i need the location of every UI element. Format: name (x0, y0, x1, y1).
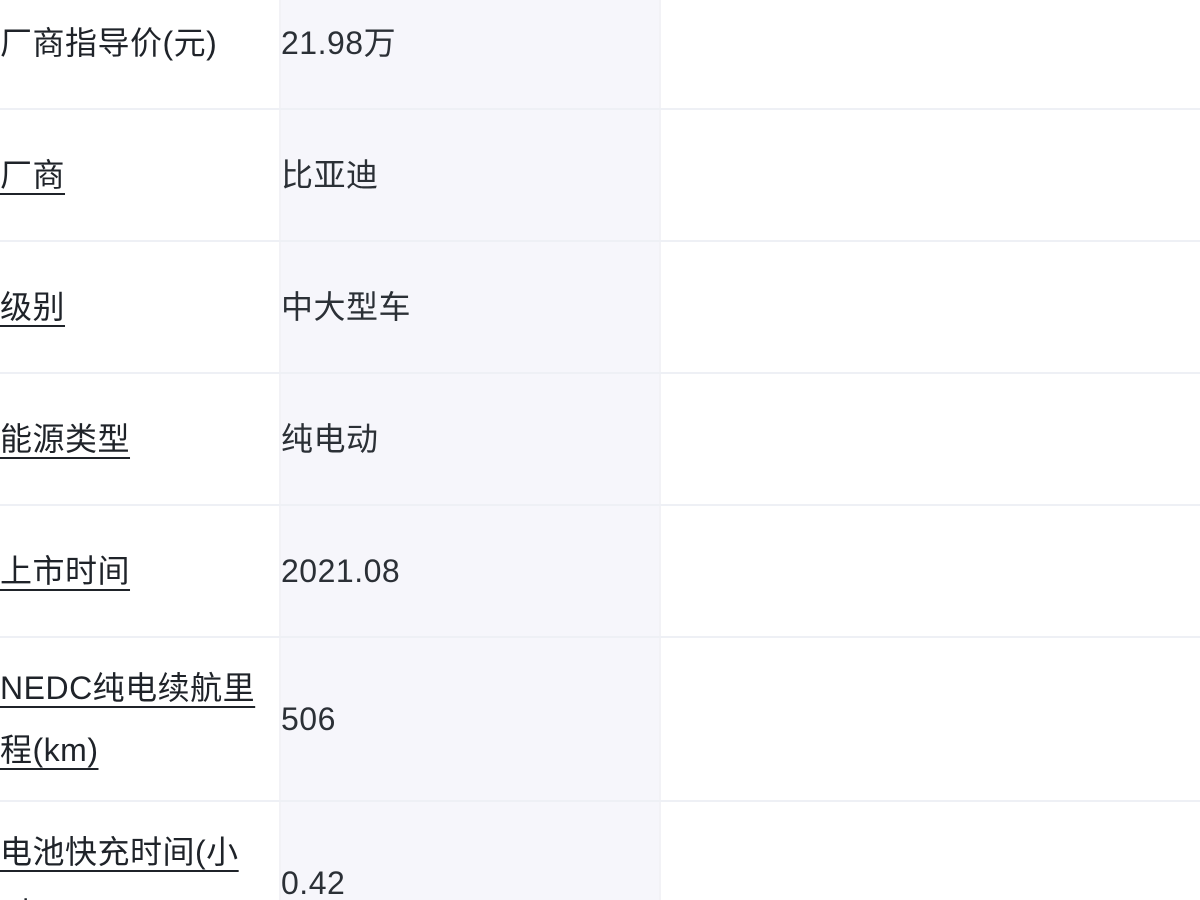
spec-value-cell: 2021.08 (280, 505, 661, 638)
spec-label[interactable]: NEDC纯电续航里程(km) (0, 670, 255, 768)
spec-label-cell[interactable]: NEDC纯电续航里程(km) (0, 637, 281, 802)
spec-empty-cell (660, 109, 1200, 242)
spec-value: 比亚迪 (281, 157, 379, 193)
spec-value-cell: 0.42 (280, 801, 661, 900)
spec-label[interactable]: 电池快充时间(小时) (0, 834, 239, 900)
spec-label-cell[interactable]: 电池快充时间(小时) (0, 801, 281, 900)
spec-value: 纯电动 (281, 421, 379, 457)
spec-row: 厂商 比亚迪 (0, 109, 1200, 242)
spec-value-cell: 比亚迪 (280, 109, 661, 242)
spec-label[interactable]: 级别 (0, 289, 65, 325)
spec-label[interactable]: 能源类型 (0, 421, 130, 457)
spec-value: 2021.08 (281, 553, 401, 589)
spec-row: 能源类型 纯电动 (0, 373, 1200, 506)
spec-empty-cell (660, 505, 1200, 638)
spec-empty-cell (660, 241, 1200, 374)
spec-row: NEDC纯电续航里程(km) 506 (0, 637, 1200, 802)
spec-row: 上市时间 2021.08 (0, 505, 1200, 638)
spec-label-cell[interactable]: 级别 (0, 241, 281, 374)
spec-value: 0.42 (281, 865, 346, 900)
spec-value-cell: 中大型车 (280, 241, 661, 374)
spec-value: 21.98万 (281, 25, 397, 61)
spec-label-cell[interactable]: 厂商 (0, 109, 281, 242)
spec-empty-cell (660, 0, 1200, 110)
spec-label[interactable]: 上市时间 (0, 553, 130, 589)
spec-empty-cell (660, 801, 1200, 900)
spec-empty-cell (660, 373, 1200, 506)
spec-value-cell: 506 (280, 637, 661, 802)
spec-label[interactable]: 厂商 (0, 157, 65, 193)
vehicle-spec-table: 厂商指导价(元) 21.98万厂商 比亚迪级别 中大型车能源类型 纯电动上市时间 2021… (0, 0, 1200, 900)
spec-row: 级别 中大型车 (0, 241, 1200, 374)
spec-row: 电池快充时间(小时) 0.42 (0, 801, 1200, 900)
spec-value: 中大型车 (281, 289, 412, 325)
spec-label[interactable]: 厂商指导价(元) (0, 25, 217, 61)
spec-value: 506 (281, 701, 336, 737)
spec-value-cell: 21.98万 (280, 0, 661, 110)
spec-table-body: 厂商指导价(元) 21.98万厂商 比亚迪级别 中大型车能源类型 纯电动上市时间 2021… (0, 0, 1200, 900)
spec-row: 厂商指导价(元) 21.98万 (0, 0, 1200, 110)
spec-value-cell: 纯电动 (280, 373, 661, 506)
spec-label-cell[interactable]: 上市时间 (0, 505, 281, 638)
spec-label-cell[interactable]: 能源类型 (0, 373, 281, 506)
spec-table-viewport[interactable]: 厂商指导价(元) 21.98万厂商 比亚迪级别 中大型车能源类型 纯电动上市时间 2021… (0, 0, 1200, 900)
spec-empty-cell (660, 637, 1200, 802)
spec-label-cell[interactable]: 厂商指导价(元) (0, 0, 281, 110)
